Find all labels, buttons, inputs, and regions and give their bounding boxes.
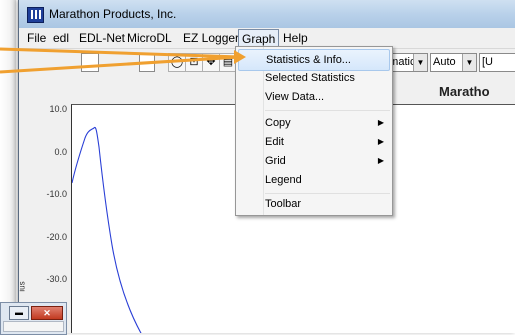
y-tick-label: 10.0: [49, 104, 67, 114]
menu-file[interactable]: File: [27, 31, 46, 45]
toolbar-field[interactable]: [81, 53, 99, 72]
unit-select[interactable]: [U: [479, 53, 515, 72]
menu-help[interactable]: Help: [283, 31, 308, 45]
zoom-box-icon[interactable]: ⊡: [185, 53, 203, 72]
graph-title: Maratho: [439, 84, 490, 99]
zoom-circle-icon[interactable]: ◯: [168, 53, 186, 72]
submenu-arrow-icon: ▶: [377, 137, 384, 146]
graph-dropdown-menu: Statistics & Info... Selected Statistics…: [235, 46, 393, 216]
menu-item-grid[interactable]: Grid ▶: [238, 151, 390, 171]
menu-separator: [265, 110, 390, 111]
y-tick-label: -30.0: [46, 274, 67, 284]
y-axis-label: ius: [18, 281, 27, 292]
submenu-arrow-icon: ▶: [377, 156, 384, 165]
y-tick-label: -10.0: [46, 189, 67, 199]
signal-curve: [71, 126, 142, 333]
menu-item-legend[interactable]: Legend: [238, 170, 390, 190]
y-tick-label: -20.0: [46, 232, 67, 242]
window-title: Marathon Products, Inc.: [49, 7, 177, 21]
menu-item-view-data[interactable]: View Data...: [238, 87, 390, 107]
y-tick-label: 0.0: [54, 147, 67, 157]
pan-icon[interactable]: ✥: [202, 53, 220, 72]
submenu-arrow-icon: ▶: [377, 118, 384, 127]
minimize-icon[interactable]: ▬: [9, 306, 29, 320]
chevron-down-icon: ▼: [462, 54, 476, 71]
menu-item-selected-statistics[interactable]: Selected Statistics: [238, 68, 390, 88]
app-icon: [27, 7, 44, 23]
auto-select[interactable]: Auto ▼: [430, 53, 477, 72]
title-bar[interactable]: Marathon Products, Inc.: [19, 0, 515, 28]
chevron-down-icon: ▼: [413, 54, 427, 71]
secondary-window-body: [3, 321, 64, 332]
menu-item-copy[interactable]: Copy ▶: [238, 113, 390, 133]
menu-ez-logger[interactable]: EZ Logger: [183, 31, 239, 45]
toolbar-field[interactable]: [139, 53, 155, 72]
menu-edl-net[interactable]: EDL-Net: [79, 31, 125, 45]
close-icon[interactable]: ✕: [31, 306, 63, 320]
secondary-window: ▬ ✕: [0, 302, 67, 335]
background-edge: [0, 0, 16, 333]
menu-item-edit[interactable]: Edit ▶: [238, 132, 390, 152]
menu-item-toolbar[interactable]: Toolbar: [238, 194, 390, 214]
menu-microdl[interactable]: MicroDL: [127, 31, 172, 45]
menu-edl[interactable]: edl: [53, 31, 69, 45]
